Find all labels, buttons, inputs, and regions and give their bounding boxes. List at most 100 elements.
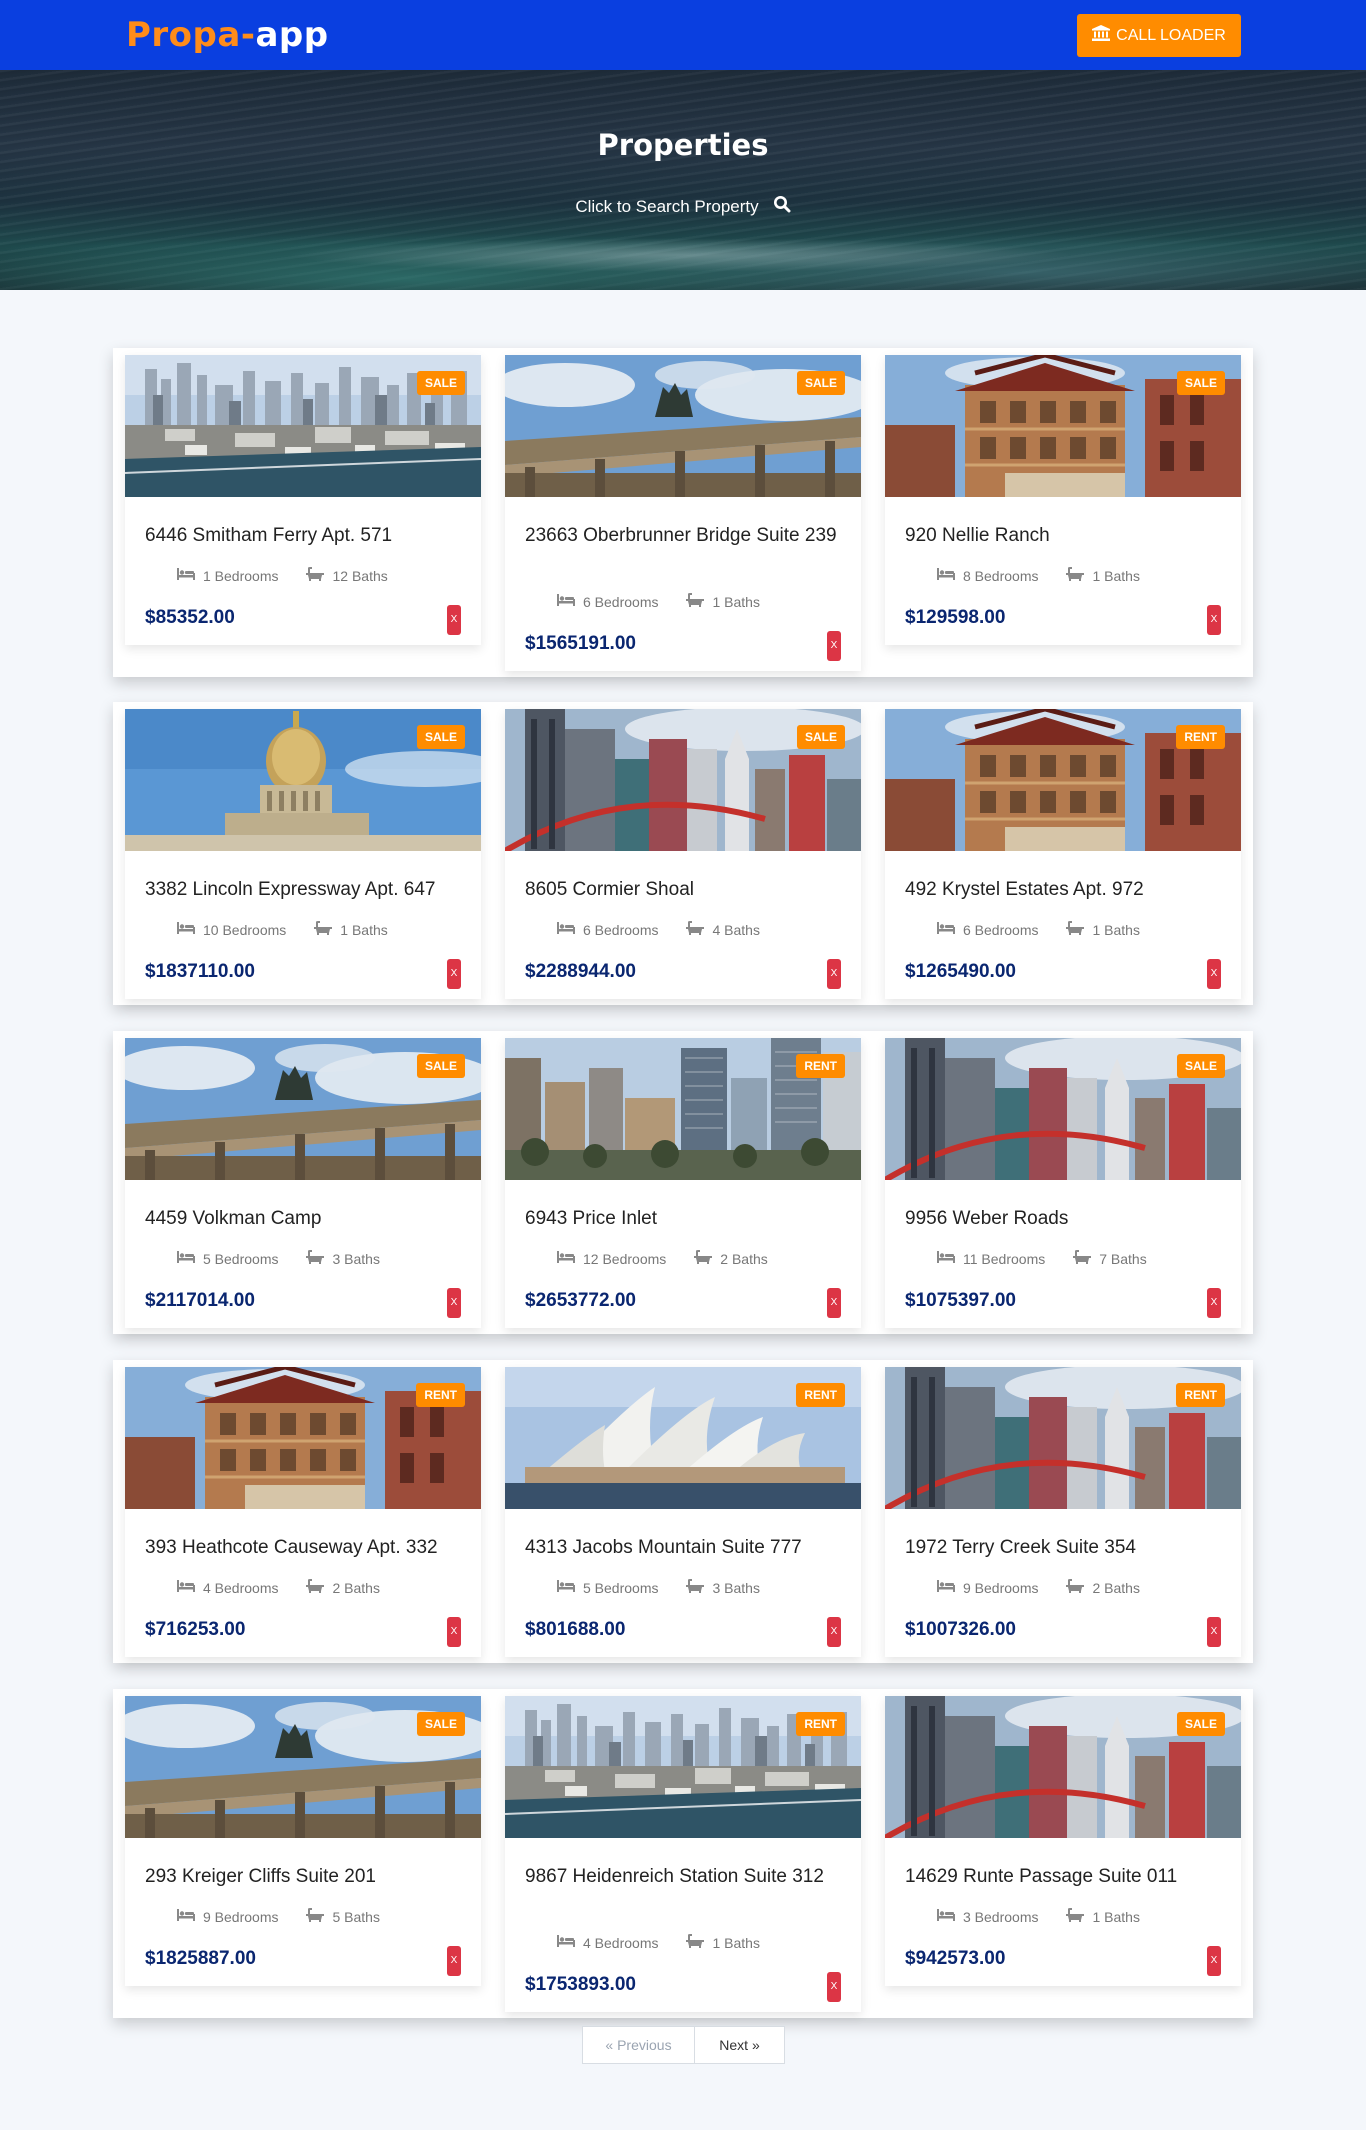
previous-page-button[interactable]: « Previous — [582, 2026, 695, 2064]
property-address[interactable]: 4459 Volkman Camp — [145, 1206, 465, 1231]
property-address[interactable]: 23663 Oberbrunner Bridge Suite 239 — [525, 523, 845, 548]
listing-type-badge: SALE — [1176, 1712, 1225, 1736]
property-image[interactable]: SALE — [505, 355, 861, 497]
property-card[interactable]: RENT 393 Heathcote Causeway Apt. 332 4 Bed… — [125, 1367, 481, 1657]
page-title: Properties — [597, 128, 769, 162]
delete-property-button[interactable]: X — [827, 1288, 841, 1318]
delete-property-button[interactable]: X — [1207, 1946, 1221, 1976]
baths-count: 4 Baths — [712, 921, 760, 938]
property-image[interactable]: RENT — [125, 1367, 481, 1509]
property-card[interactable]: RENT 9867 Heidenreich Station Suite 312 4 … — [505, 1696, 861, 2012]
property-image[interactable]: SALE — [505, 709, 861, 851]
property-price: $2117014.00 — [145, 1290, 255, 1311]
next-page-button[interactable]: Next » — [695, 2026, 785, 2064]
property-address[interactable]: 6943 Price Inlet — [525, 1206, 845, 1231]
delete-property-button[interactable]: X — [1207, 1617, 1221, 1647]
property-address[interactable]: 920 Nellie Ranch — [905, 523, 1225, 548]
bed-icon — [177, 1908, 195, 1925]
delete-property-button[interactable]: X — [827, 1972, 841, 2002]
delete-property-button[interactable]: X — [827, 631, 841, 661]
property-price: $1265490.00 — [905, 961, 1016, 982]
bath-icon — [694, 1250, 713, 1267]
property-image[interactable]: SALE — [885, 1696, 1241, 1838]
delete-property-button[interactable]: X — [447, 1946, 461, 1976]
property-image[interactable]: RENT — [885, 1367, 1241, 1509]
bed-icon — [937, 1908, 955, 1925]
property-image[interactable]: SALE — [125, 709, 481, 851]
property-card[interactable]: SALE 4459 Volkman Camp 5 Bedrooms 3 Baths $2… — [125, 1038, 481, 1328]
bed-icon — [937, 1250, 955, 1267]
property-features: 1 Bedrooms 12 Baths — [177, 567, 388, 584]
bedrooms-count: 9 Bedrooms — [963, 1579, 1039, 1596]
property-card[interactable]: SALE 3382 Lincoln Expressway Apt. 647 10 B… — [125, 709, 481, 999]
baths-count: 5 Baths — [332, 1908, 380, 1925]
baths-count: 1 Baths — [1092, 567, 1140, 584]
property-features: 6 Bedrooms 1 Baths — [937, 921, 1140, 938]
delete-property-button[interactable]: X — [827, 1617, 841, 1647]
bedrooms-count: 10 Bedrooms — [203, 921, 287, 938]
delete-property-button[interactable]: X — [447, 605, 461, 635]
property-image[interactable]: RENT — [505, 1367, 861, 1509]
property-image[interactable]: SALE — [125, 1696, 481, 1838]
delete-property-button[interactable]: X — [827, 959, 841, 989]
property-address[interactable]: 492 Krystel Estates Apt. 972 — [905, 877, 1225, 902]
property-address[interactable]: 1972 Terry Creek Suite 354 — [905, 1535, 1225, 1560]
property-card[interactable]: RENT 1972 Terry Creek Suite 354 9 Bedrooms… — [885, 1367, 1241, 1657]
brand-part-2: app — [255, 15, 329, 55]
delete-property-button[interactable]: X — [1207, 1288, 1221, 1318]
bedrooms-count: 6 Bedrooms — [583, 593, 659, 610]
listing-row: SALE 3382 Lincoln Expressway Apt. 647 10 B… — [113, 702, 1253, 1005]
property-address[interactable]: 393 Heathcote Causeway Apt. 332 — [145, 1535, 465, 1560]
property-address[interactable]: 3382 Lincoln Expressway Apt. 647 — [145, 877, 465, 902]
delete-property-button[interactable]: X — [447, 959, 461, 989]
property-price: $2653772.00 — [525, 1290, 636, 1311]
search-property-link[interactable]: Click to Search Property — [0, 195, 1366, 218]
delete-property-button[interactable]: X — [447, 1617, 461, 1647]
property-price: $129598.00 — [905, 607, 1006, 628]
property-card[interactable]: SALE 6446 Smitham Ferry Apt. 571 1 Bedroom… — [125, 355, 481, 645]
delete-property-button[interactable]: X — [447, 1288, 461, 1318]
property-address[interactable]: 6446 Smitham Ferry Apt. 571 — [145, 523, 465, 548]
bedrooms-count: 1 Bedrooms — [203, 567, 279, 584]
bedrooms-count: 5 Bedrooms — [583, 1579, 659, 1596]
listing-type-badge: RENT — [416, 1383, 465, 1407]
property-address[interactable]: 9956 Weber Roads — [905, 1206, 1225, 1231]
listing-row: RENT 393 Heathcote Causeway Apt. 332 4 Bed… — [113, 1360, 1253, 1663]
property-image[interactable]: SALE — [125, 1038, 481, 1180]
property-address[interactable]: 293 Kreiger Cliffs Suite 201 — [145, 1864, 465, 1889]
pagination: « Previous Next » — [582, 2026, 785, 2064]
property-card[interactable]: RENT 6943 Price Inlet 12 Bedrooms 2 Baths $2… — [505, 1038, 861, 1328]
property-card[interactable]: RENT 492 Krystel Estates Apt. 972 6 Bedroo… — [885, 709, 1241, 999]
bedrooms-count: 5 Bedrooms — [203, 1250, 279, 1267]
property-card[interactable]: SALE 920 Nellie Ranch 8 Bedrooms 1 Baths $12… — [885, 355, 1241, 645]
baths-count: 1 Baths — [712, 593, 760, 610]
bath-icon — [1066, 567, 1085, 584]
property-card[interactable]: SALE 14629 Runte Passage Suite 011 3 Bedro… — [885, 1696, 1241, 1986]
property-address[interactable]: 4313 Jacobs Mountain Suite 777 — [525, 1535, 845, 1560]
property-image[interactable]: SALE — [125, 355, 481, 497]
property-card[interactable]: SALE 8605 Cormier Shoal 6 Bedrooms 4 Baths $… — [505, 709, 861, 999]
property-image[interactable]: RENT — [885, 709, 1241, 851]
property-address[interactable]: 14629 Runte Passage Suite 011 — [905, 1864, 1225, 1889]
property-address[interactable]: 8605 Cormier Shoal — [525, 877, 845, 902]
property-address[interactable]: 9867 Heidenreich Station Suite 312 — [525, 1864, 845, 1889]
listing-type-badge: SALE — [796, 371, 845, 395]
property-card[interactable]: SALE 23663 Oberbrunner Bridge Suite 239 6 … — [505, 355, 861, 671]
property-image[interactable]: SALE — [885, 1038, 1241, 1180]
property-card[interactable]: SALE 9956 Weber Roads 11 Bedrooms 7 Baths $1… — [885, 1038, 1241, 1328]
property-image[interactable]: SALE — [885, 355, 1241, 497]
brand-logo[interactable]: Propa-app — [126, 16, 329, 54]
property-card[interactable]: SALE 293 Kreiger Cliffs Suite 201 9 Bedroo… — [125, 1696, 481, 1986]
property-image[interactable]: RENT — [505, 1696, 861, 1838]
delete-property-button[interactable]: X — [1207, 605, 1221, 635]
property-image[interactable]: RENT — [505, 1038, 861, 1180]
bedrooms-count: 8 Bedrooms — [963, 567, 1039, 584]
property-card[interactable]: RENT 4313 Jacobs Mountain Suite 777 5 Bedr… — [505, 1367, 861, 1657]
call-loader-button[interactable]: CALL LOADER — [1077, 14, 1241, 57]
listing-row: SALE 4459 Volkman Camp 5 Bedrooms 3 Baths $2… — [113, 1031, 1253, 1334]
property-price: $1007326.00 — [905, 1619, 1016, 1640]
bath-icon — [1066, 1579, 1085, 1596]
baths-count: 1 Baths — [1092, 921, 1140, 938]
delete-property-button[interactable]: X — [1207, 959, 1221, 989]
call-loader-label: CALL LOADER — [1116, 26, 1226, 44]
